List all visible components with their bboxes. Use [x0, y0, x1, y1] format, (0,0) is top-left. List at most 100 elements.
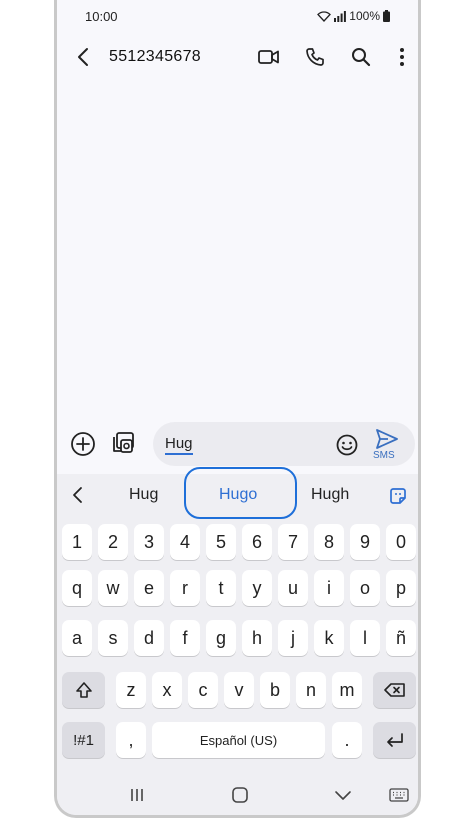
send-button[interactable]: SMS — [371, 426, 405, 462]
video-call-button[interactable] — [256, 44, 282, 70]
send-icon — [376, 429, 398, 449]
key-p[interactable]: p — [386, 570, 416, 606]
backspace-key[interactable] — [373, 672, 416, 708]
key-6[interactable]: 6 — [242, 524, 272, 560]
bottom-row: !#1 , Español (US) . — [62, 722, 416, 758]
key-n-tilde[interactable]: ñ — [386, 620, 416, 656]
key-1[interactable]: 1 — [62, 524, 92, 560]
enter-key[interactable] — [373, 722, 416, 758]
key-m[interactable]: m — [332, 672, 362, 708]
home-button[interactable] — [228, 784, 252, 806]
key-d[interactable]: d — [134, 620, 164, 656]
key-8[interactable]: 8 — [314, 524, 344, 560]
emoji-button[interactable] — [335, 433, 359, 457]
compose-bar: Hug SMS — [57, 418, 418, 472]
hide-keyboard-button[interactable] — [331, 784, 355, 806]
message-input-text: Hug — [165, 436, 193, 455]
key-h[interactable]: h — [242, 620, 272, 656]
battery-percent: 100% — [349, 9, 380, 23]
highlight-ring — [184, 467, 297, 519]
sticker-icon — [390, 488, 406, 504]
period-key[interactable]: . — [332, 722, 362, 758]
contact-number[interactable]: 5512345678 — [109, 48, 201, 66]
key-k[interactable]: k — [314, 620, 344, 656]
navigation-bar — [57, 774, 418, 815]
recents-icon — [131, 789, 143, 801]
key-j[interactable]: j — [278, 620, 308, 656]
chevron-down-icon — [335, 791, 351, 800]
key-n[interactable]: n — [296, 672, 326, 708]
home-icon — [232, 787, 248, 803]
symbols-key[interactable]: !#1 — [62, 722, 105, 758]
suggestion-item[interactable]: Hugh — [311, 486, 349, 504]
phone-icon — [306, 48, 324, 66]
key-f[interactable]: f — [170, 620, 200, 656]
key-x[interactable]: x — [152, 672, 182, 708]
status-icons: 100% — [317, 9, 390, 23]
shift-key[interactable] — [62, 672, 105, 708]
back-button[interactable] — [71, 44, 97, 70]
gallery-camera-icon — [113, 432, 134, 453]
key-w[interactable]: w — [98, 570, 128, 606]
letter-row-3: z x c v b n m — [62, 672, 416, 708]
number-row: 1 2 3 4 5 6 7 8 9 0 — [62, 524, 416, 560]
key-a[interactable]: a — [62, 620, 92, 656]
conversation-app-bar: 5512345678 — [57, 36, 418, 78]
sticker-button[interactable] — [388, 486, 408, 506]
key-0[interactable]: 0 — [386, 524, 416, 560]
suggestion-strip: Hug Hugo Hugh — [57, 467, 418, 519]
status-bar: 10:00 100% — [57, 0, 418, 32]
search-button[interactable] — [348, 44, 374, 70]
key-7[interactable]: 7 — [278, 524, 308, 560]
letter-row-2: a s d f g h j k l ñ — [62, 620, 416, 656]
phone-screen: 10:00 100% 5512345678 Hug SMS Hug Hugo H… — [54, 0, 421, 818]
shift-icon — [75, 682, 92, 698]
message-input[interactable]: Hug SMS — [153, 422, 415, 466]
search-icon — [352, 48, 371, 67]
key-r[interactable]: r — [170, 570, 200, 606]
suggestion-item[interactable]: Hug — [129, 486, 158, 504]
letter-row-1: q w e r t y u i o p — [62, 570, 416, 606]
plus-circle-icon — [71, 432, 95, 456]
key-q[interactable]: q — [62, 570, 92, 606]
suggestion-back-button[interactable] — [67, 484, 89, 506]
key-g[interactable]: g — [206, 620, 236, 656]
gallery-camera-button[interactable] — [109, 429, 137, 457]
battery-icon — [383, 10, 390, 22]
keyboard: Hug Hugo Hugh 1 2 3 4 5 6 7 8 9 0 q w e … — [57, 467, 418, 815]
more-vertical-icon — [400, 48, 404, 66]
chevron-left-icon — [78, 48, 88, 66]
key-b[interactable]: b — [260, 672, 290, 708]
key-9[interactable]: 9 — [350, 524, 380, 560]
attach-button[interactable] — [69, 430, 97, 458]
keyboard-switch-button[interactable] — [387, 784, 411, 806]
key-y[interactable]: y — [242, 570, 272, 606]
wifi-icon — [317, 10, 332, 22]
backspace-icon — [383, 683, 405, 697]
key-t[interactable]: t — [206, 570, 236, 606]
key-i[interactable]: i — [314, 570, 344, 606]
key-3[interactable]: 3 — [134, 524, 164, 560]
keyboard-icon — [389, 788, 409, 802]
smiley-icon — [336, 434, 358, 456]
recents-button[interactable] — [125, 784, 149, 806]
space-key[interactable]: Español (US) — [152, 722, 325, 758]
key-s[interactable]: s — [98, 620, 128, 656]
key-c[interactable]: c — [188, 672, 218, 708]
key-z[interactable]: z — [116, 672, 146, 708]
status-time: 10:00 — [85, 9, 118, 24]
key-2[interactable]: 2 — [98, 524, 128, 560]
comma-key[interactable]: , — [116, 722, 146, 758]
key-v[interactable]: v — [224, 672, 254, 708]
key-u[interactable]: u — [278, 570, 308, 606]
enter-icon — [386, 733, 403, 747]
key-o[interactable]: o — [350, 570, 380, 606]
key-l[interactable]: l — [350, 620, 380, 656]
key-5[interactable]: 5 — [206, 524, 236, 560]
chevron-left-icon — [73, 487, 82, 503]
more-options-button[interactable] — [389, 44, 415, 70]
voice-call-button[interactable] — [302, 44, 328, 70]
key-4[interactable]: 4 — [170, 524, 200, 560]
send-sms-label: SMS — [373, 450, 395, 461]
key-e[interactable]: e — [134, 570, 164, 606]
